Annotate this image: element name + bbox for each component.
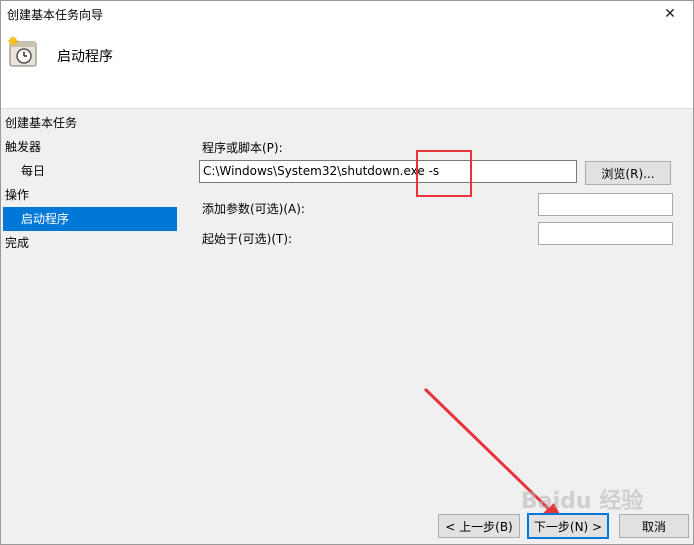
sidebar-item-trigger[interactable]: 触发器 xyxy=(3,135,177,159)
sidebar-item-daily[interactable]: 每日 xyxy=(3,159,177,183)
add-arguments-input[interactable] xyxy=(538,193,673,216)
start-in-label: 起始于(可选)(T): xyxy=(202,232,293,246)
program-script-label: 程序或脚本(P): xyxy=(202,141,283,155)
task-wizard-window: 创建基本任务向导 ✕ 启动程序 创建基本任务 触发器 每日 操作 启动程序 完成… xyxy=(0,0,694,545)
sidebar-item-start-program[interactable]: 启动程序 xyxy=(3,207,177,231)
clock-calendar-icon xyxy=(8,36,37,67)
wizard-header: 启动程序 xyxy=(1,27,693,109)
add-arguments-label: 添加参数(可选)(A): xyxy=(202,202,305,216)
close-button[interactable]: ✕ xyxy=(647,1,693,27)
cancel-button[interactable]: 取消 xyxy=(619,514,689,538)
sidebar-item-finish[interactable]: 完成 xyxy=(3,231,177,255)
title-bar: 创建基本任务向导 ✕ xyxy=(1,1,693,27)
window-title: 创建基本任务向导 xyxy=(7,8,104,22)
wizard-steps-sidebar: 触发器 每日 操作 启动程序 完成 xyxy=(3,135,177,255)
next-button[interactable]: 下一步(N) > xyxy=(527,513,609,539)
task-section-label: 创建基本任务 xyxy=(5,116,78,130)
sidebar-item-action[interactable]: 操作 xyxy=(3,183,177,207)
program-script-input[interactable]: C:\Windows\System32\shutdown.exe -s xyxy=(199,160,577,183)
browse-button[interactable]: 浏览(R)... xyxy=(585,161,671,185)
page-title: 启动程序 xyxy=(57,49,113,65)
back-button[interactable]: < 上一步(B) xyxy=(438,514,520,538)
baidu-watermark: Baidu 经验 xyxy=(521,489,644,514)
start-in-input[interactable] xyxy=(538,222,673,245)
